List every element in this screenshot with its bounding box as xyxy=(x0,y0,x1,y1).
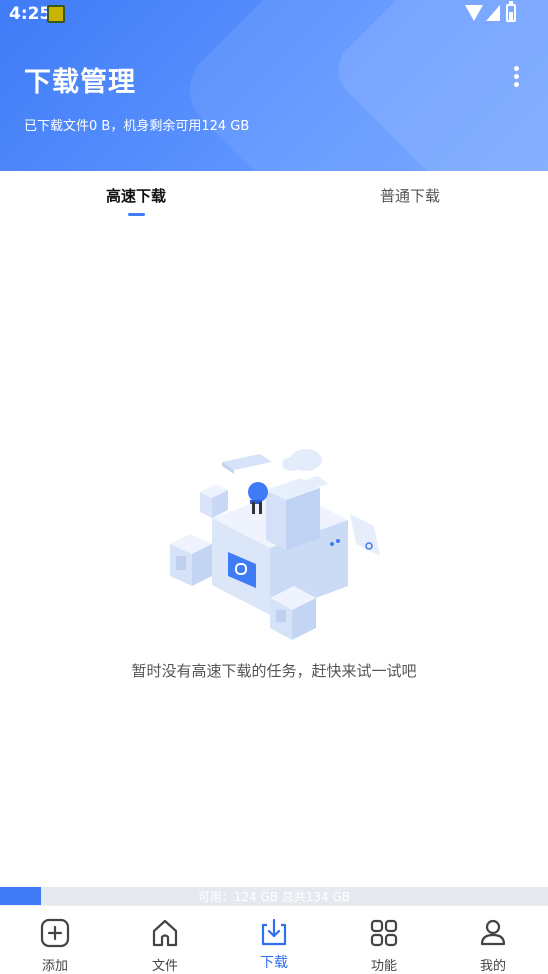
battery-icon xyxy=(506,1,516,22)
page-title: 下载管理 xyxy=(24,67,136,98)
nav-item-files[interactable]: 文件 xyxy=(110,906,220,974)
tab-normal-download[interactable]: 普通下载 xyxy=(380,185,440,206)
grid-icon xyxy=(370,919,398,947)
empty-state-message: 暂时没有高速下载的任务，赶快来试一试吧 xyxy=(131,662,417,680)
storage-summary: 已下载文件0 B，机身剩余可用124 GB xyxy=(24,119,250,134)
storage-usage-bar: 可用：124 GB 总共134 GB xyxy=(0,887,548,905)
app-notification-icon xyxy=(47,5,65,23)
nav-item-add[interactable]: 添加 xyxy=(0,906,110,974)
storage-usage-label: 可用：124 GB 总共134 GB xyxy=(197,890,351,904)
nav-item-features[interactable]: 功能 xyxy=(329,906,439,974)
status-bar: 4:25 xyxy=(0,0,548,28)
tab-bar: 高速下载 普通下载 xyxy=(0,171,548,219)
empty-box-illustration-icon xyxy=(170,449,380,640)
bottom-navigation: 添加 文件 下载 功能 我的 xyxy=(0,905,548,974)
nav-label-features: 功能 xyxy=(370,959,397,974)
active-tab-indicator xyxy=(128,213,145,216)
nav-label-me: 我的 xyxy=(479,959,506,974)
status-time: 4:25 xyxy=(9,4,52,24)
tab-high-speed-download[interactable]: 高速下载 xyxy=(106,185,166,206)
download-icon xyxy=(261,918,287,946)
header: 4:25 下载管理 已下载文件0 B，机身剩余可用124 GB xyxy=(0,0,548,171)
home-icon xyxy=(152,919,178,947)
nav-item-download[interactable]: 下载 xyxy=(219,906,329,974)
add-icon xyxy=(40,918,70,948)
signal-icon xyxy=(486,5,500,21)
nav-label-files: 文件 xyxy=(151,959,178,974)
more-menu-icon[interactable] xyxy=(506,64,526,92)
user-icon xyxy=(480,919,506,946)
wifi-icon xyxy=(465,5,483,21)
nav-label-download: 下载 xyxy=(260,955,288,971)
nav-item-me[interactable]: 我的 xyxy=(438,906,548,974)
nav-label-add: 添加 xyxy=(41,959,68,974)
